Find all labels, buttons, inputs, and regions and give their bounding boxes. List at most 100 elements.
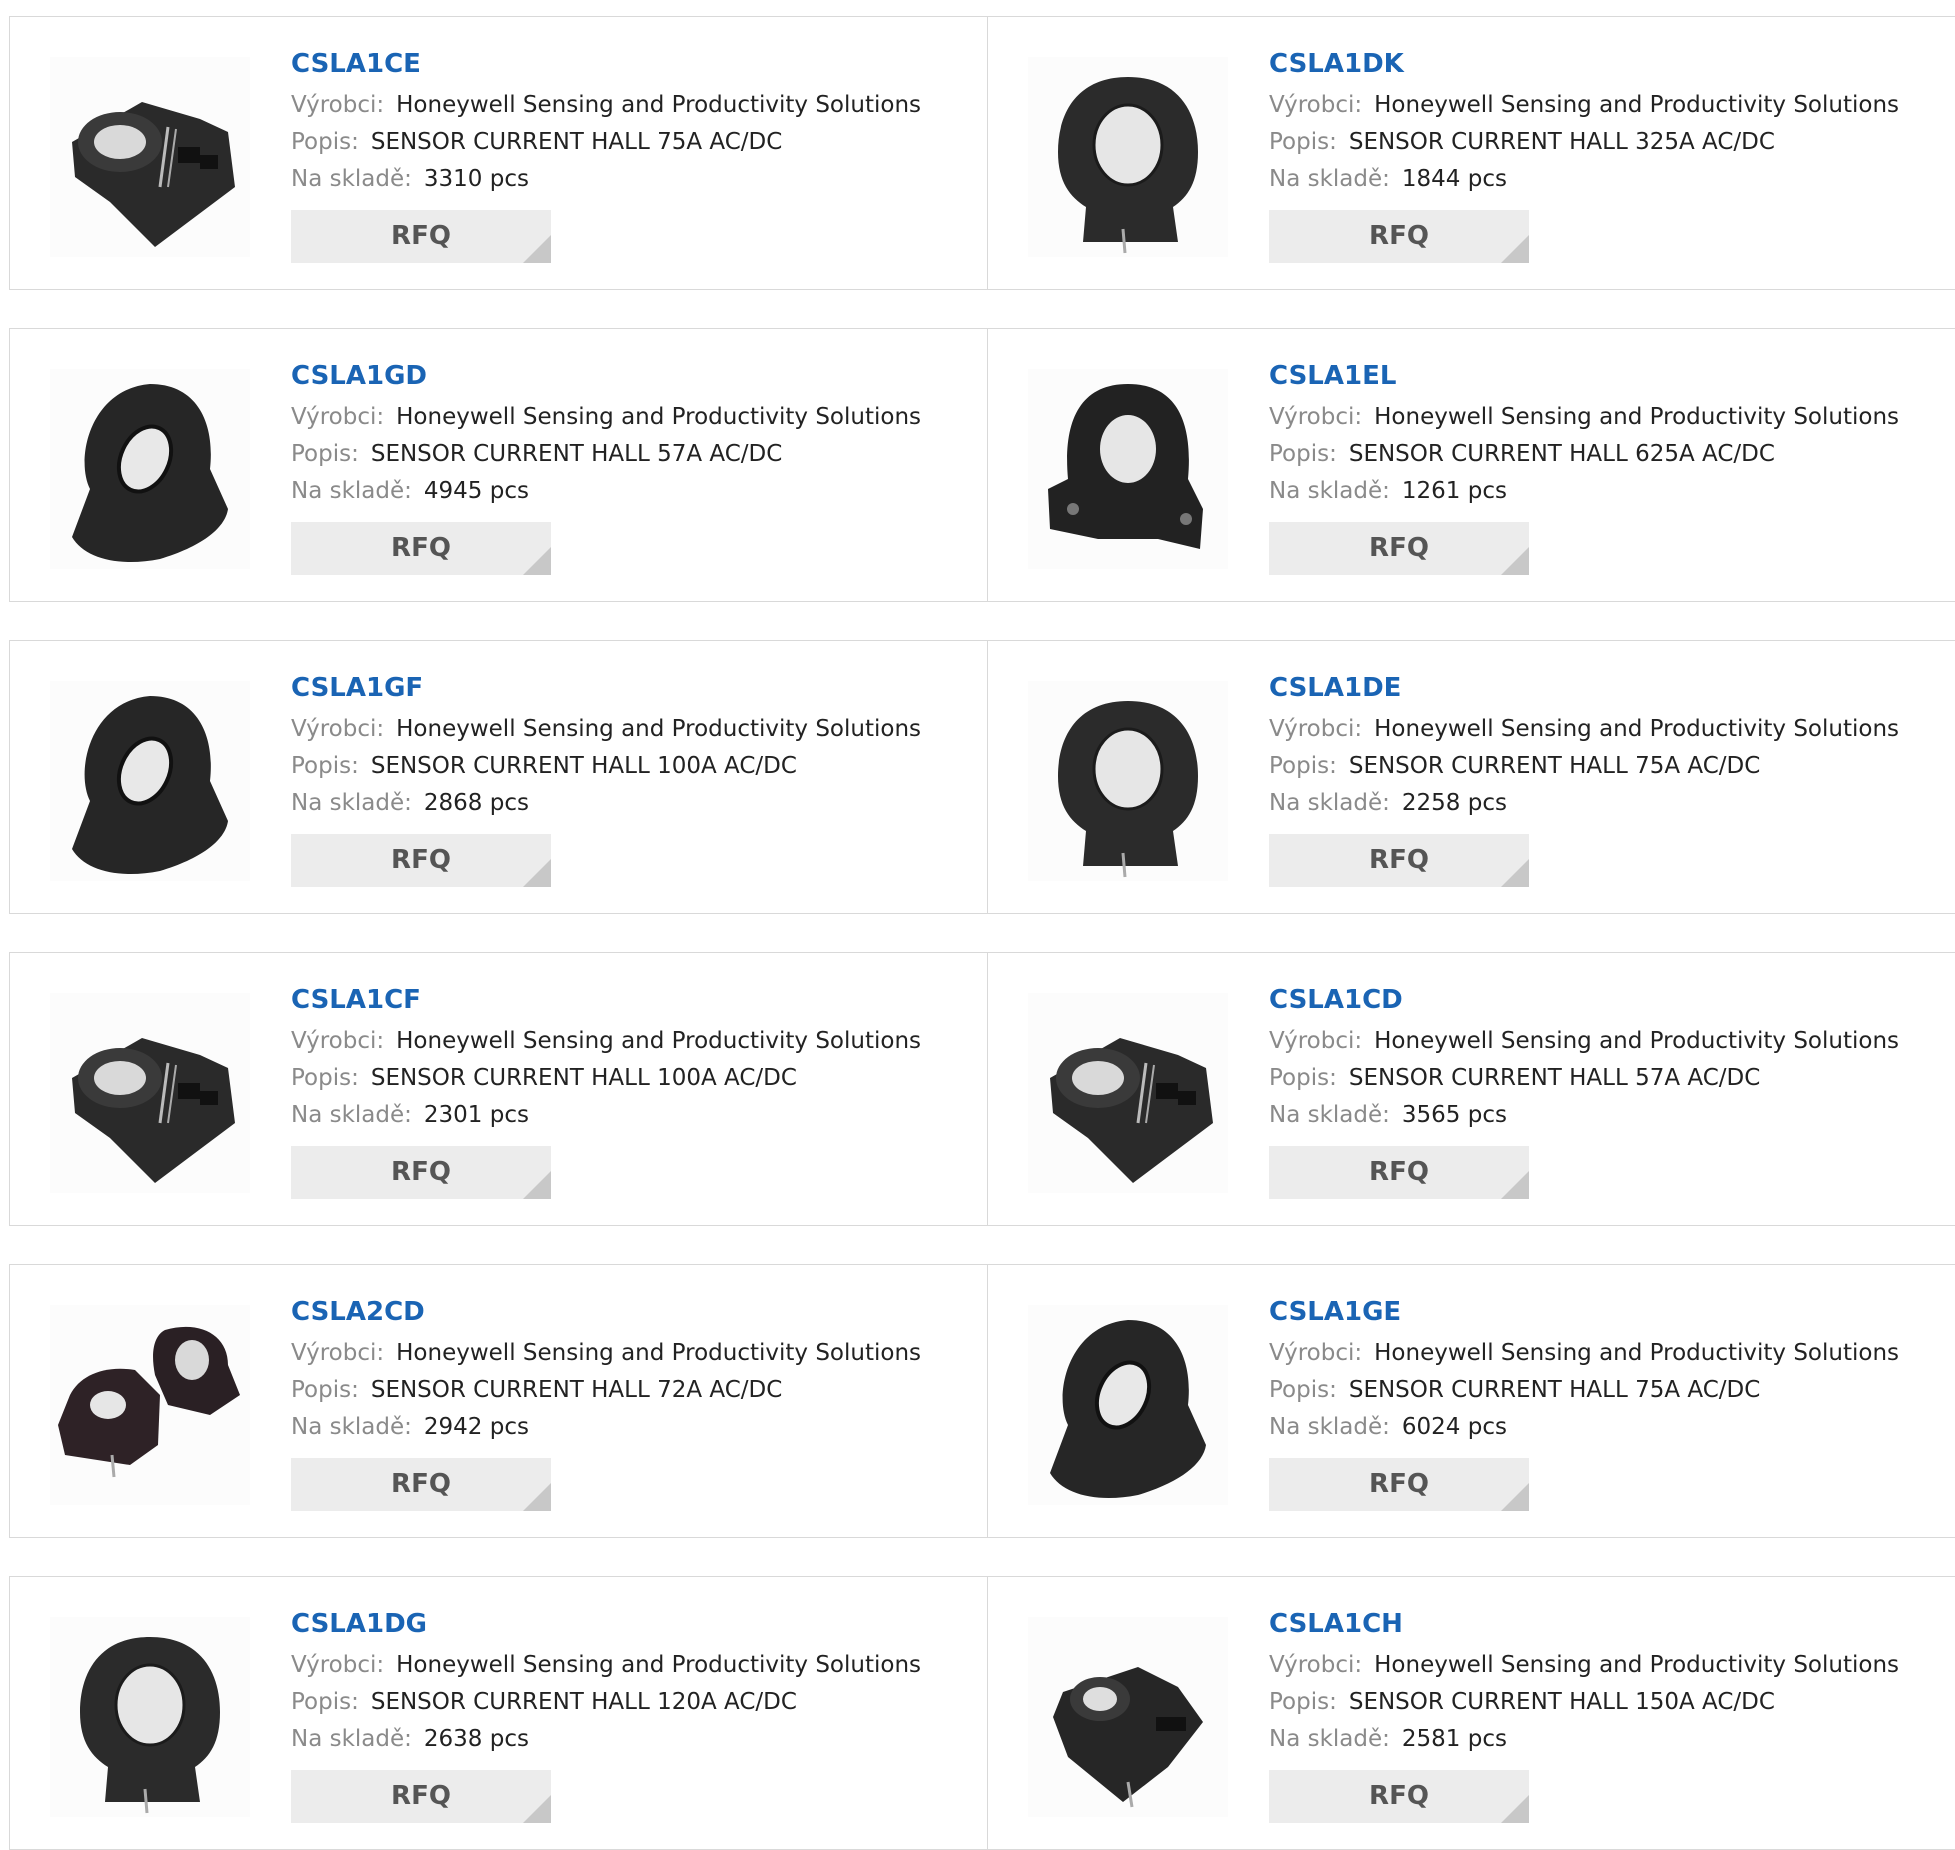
description-value: SENSOR CURRENT HALL 75A AC/DC (1348, 1377, 1761, 1403)
stock-line: Na skladě: 2942 pcs (291, 1409, 951, 1446)
product-part-number-link[interactable]: CSLA1CE (291, 47, 951, 81)
description-label: Popis: (1269, 129, 1337, 155)
manufacturer-value: Honeywell Sensing and Productivity Solut… (1374, 716, 1900, 742)
manufacturer-line: Výrobci: Honeywell Sensing and Productivi… (1269, 1023, 1929, 1060)
product-part-number-link[interactable]: CSLA1GD (291, 359, 951, 393)
product-card: CSLA1CE Výrobci: Honeywell Sensing and Pro… (10, 17, 987, 289)
description-value: SENSOR CURRENT HALL 100A AC/DC (370, 753, 797, 779)
product-card: CSLA1DG Výrobci: Honeywell Sensing and Pro… (10, 1577, 987, 1849)
stock-line: Na skladě: 6024 pcs (1269, 1409, 1929, 1446)
manufacturer-label: Výrobci: (291, 404, 385, 430)
description-label: Popis: (291, 1065, 359, 1091)
product-row: CSLA2CD Výrobci: Honeywell Sensing and Pro… (9, 1264, 1955, 1538)
ring-sensor-tilted-icon (50, 369, 250, 569)
product-image[interactable] (50, 681, 250, 881)
product-image[interactable] (50, 993, 250, 1193)
rfq-button[interactable]: RFQ (1269, 1458, 1529, 1511)
description-value: SENSOR CURRENT HALL 100A AC/DC (370, 1065, 797, 1091)
stock-value: 6024 pcs (1401, 1414, 1507, 1440)
product-row: CSLA1GF Výrobci: Honeywell Sensing and Pro… (9, 640, 1955, 914)
product-part-number-link[interactable]: CSLA1DE (1269, 671, 1929, 705)
product-image[interactable] (1028, 57, 1228, 257)
description-label: Popis: (291, 129, 359, 155)
product-row: CSLA1GD Výrobci: Honeywell Sensing and Pro… (9, 328, 1955, 602)
stock-label: Na skladě: (291, 166, 412, 192)
product-card: CSLA1DE Výrobci: Honeywell Sensing and Pro… (987, 641, 1955, 913)
ring-sensor-tilted-icon (50, 681, 250, 881)
manufacturer-label: Výrobci: (291, 1340, 385, 1366)
product-image[interactable] (1028, 1617, 1228, 1817)
stock-label: Na skladě: (1269, 166, 1390, 192)
product-part-number-link[interactable]: CSLA2CD (291, 1295, 951, 1329)
description-line: Popis: SENSOR CURRENT HALL 72A AC/DC (291, 1372, 951, 1409)
rfq-button[interactable]: RFQ (1269, 522, 1529, 575)
product-card: CSLA2CD Výrobci: Honeywell Sensing and Pro… (10, 1265, 987, 1537)
manufacturer-label: Výrobci: (1269, 404, 1363, 430)
description-label: Popis: (1269, 753, 1337, 779)
product-part-number-link[interactable]: CSLA1EL (1269, 359, 1929, 393)
manufacturer-line: Výrobci: Honeywell Sensing and Productivi… (291, 1335, 951, 1372)
manufacturer-value: Honeywell Sensing and Productivity Solut… (396, 1652, 922, 1678)
rfq-button[interactable]: RFQ (291, 834, 551, 887)
product-image[interactable] (50, 1305, 250, 1505)
description-line: Popis: SENSOR CURRENT HALL 625A AC/DC (1269, 436, 1929, 473)
stock-value: 2868 pcs (423, 790, 529, 816)
description-line: Popis: SENSOR CURRENT HALL 100A AC/DC (291, 748, 951, 785)
product-image[interactable] (1028, 1305, 1228, 1505)
product-info: CSLA1DG Výrobci: Honeywell Sensing and Pro… (291, 1607, 951, 1823)
rfq-button[interactable]: RFQ (291, 1146, 551, 1199)
description-line: Popis: SENSOR CURRENT HALL 75A AC/DC (1269, 1372, 1929, 1409)
stock-label: Na skladě: (1269, 478, 1390, 504)
rfq-button[interactable]: RFQ (291, 210, 551, 263)
product-part-number-link[interactable]: CSLA1DK (1269, 47, 1929, 81)
product-image[interactable] (1028, 993, 1228, 1193)
product-info: CSLA1EL Výrobci: Honeywell Sensing and Pro… (1269, 359, 1929, 575)
manufacturer-line: Výrobci: Honeywell Sensing and Productivi… (291, 1023, 951, 1060)
rfq-button[interactable]: RFQ (1269, 834, 1529, 887)
manufacturer-value: Honeywell Sensing and Productivity Solut… (1374, 1028, 1900, 1054)
description-value: SENSOR CURRENT HALL 325A AC/DC (1348, 129, 1775, 155)
product-info: CSLA1GF Výrobci: Honeywell Sensing and Pro… (291, 671, 951, 887)
product-card: CSLA1CF Výrobci: Honeywell Sensing and Pro… (10, 953, 987, 1225)
stock-line: Na skladě: 2868 pcs (291, 785, 951, 822)
rfq-button[interactable]: RFQ (291, 522, 551, 575)
description-line: Popis: SENSOR CURRENT HALL 150A AC/DC (1269, 1684, 1929, 1721)
stock-label: Na skladě: (291, 1102, 412, 1128)
rfq-button[interactable]: RFQ (1269, 1146, 1529, 1199)
product-image[interactable] (1028, 681, 1228, 881)
rfq-button[interactable]: RFQ (291, 1770, 551, 1823)
product-part-number-link[interactable]: CSLA1CH (1269, 1607, 1929, 1641)
product-card: CSLA1GF Výrobci: Honeywell Sensing and Pro… (10, 641, 987, 913)
stock-line: Na skladě: 4945 pcs (291, 473, 951, 510)
manufacturer-line: Výrobci: Honeywell Sensing and Productivi… (291, 399, 951, 436)
product-image[interactable] (50, 57, 250, 257)
stock-label: Na skladě: (291, 478, 412, 504)
rfq-button[interactable]: RFQ (1269, 210, 1529, 263)
cs-sensor-with-pins-icon (1028, 993, 1228, 1193)
manufacturer-label: Výrobci: (291, 716, 385, 742)
description-value: SENSOR CURRENT HALL 625A AC/DC (1348, 441, 1775, 467)
product-image[interactable] (1028, 369, 1228, 569)
product-info: CSLA1CF Výrobci: Honeywell Sensing and Pro… (291, 983, 951, 1199)
ring-sensor-upright-icon (1028, 57, 1228, 257)
stock-line: Na skladě: 3310 pcs (291, 161, 951, 198)
product-part-number-link[interactable]: CSLA1DG (291, 1607, 951, 1641)
product-part-number-link[interactable]: CSLA1CD (1269, 983, 1929, 1017)
product-part-number-link[interactable]: CSLA1GE (1269, 1295, 1929, 1329)
product-image[interactable] (50, 1617, 250, 1817)
product-image[interactable] (50, 369, 250, 569)
ring-sensor-flanged-icon (1028, 369, 1228, 569)
ring-sensor-upright-icon (1028, 681, 1228, 881)
manufacturer-line: Výrobci: Honeywell Sensing and Productivi… (1269, 87, 1929, 124)
product-card: CSLA1CH Výrobci: Honeywell Sensing and Pro… (987, 1577, 1955, 1849)
stock-value: 4945 pcs (423, 478, 529, 504)
cs-sensor-with-pins-icon (50, 993, 250, 1193)
rfq-button[interactable]: RFQ (291, 1458, 551, 1511)
product-part-number-link[interactable]: CSLA1CF (291, 983, 951, 1017)
product-info: CSLA2CD Výrobci: Honeywell Sensing and Pro… (291, 1295, 951, 1511)
rfq-button[interactable]: RFQ (1269, 1770, 1529, 1823)
product-part-number-link[interactable]: CSLA1GF (291, 671, 951, 705)
stock-value: 2942 pcs (423, 1414, 529, 1440)
cs-sensor-with-pins-icon (50, 57, 250, 257)
product-row: CSLA1DG Výrobci: Honeywell Sensing and Pro… (9, 1576, 1955, 1850)
